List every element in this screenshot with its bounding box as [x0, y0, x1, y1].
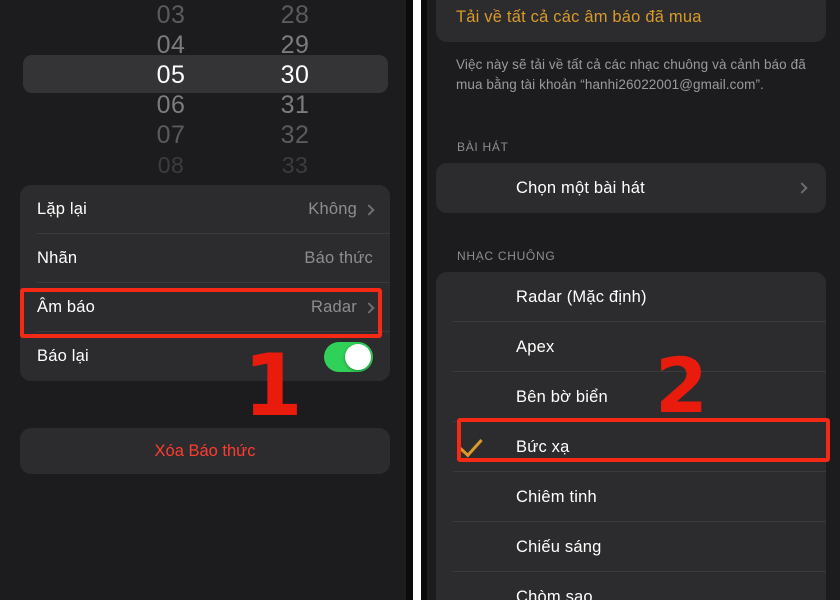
minute-option[interactable]: 32: [235, 120, 355, 150]
minute-wheel[interactable]: 28 29 30 31 32 33: [235, 0, 355, 180]
panel-inner-bezel: [406, 0, 413, 600]
setting-row-snooze[interactable]: Báo lại: [20, 332, 390, 381]
alarm-edit-screen: 03 04 05 06 07 08 28 29 30 31 32 33 Lặp …: [0, 0, 413, 600]
ringtone-row[interactable]: Chiêm tinh: [436, 472, 826, 522]
ringtone-row-selected[interactable]: Bức xạ: [436, 422, 826, 472]
panel-divider: [413, 0, 421, 600]
songs-card[interactable]: Chọn một bài hát: [436, 163, 826, 213]
setting-value-repeat: Không: [308, 200, 357, 218]
chevron-right-icon: [363, 203, 375, 216]
snooze-toggle[interactable]: [324, 341, 373, 372]
section-header-ringtones: NHẠC CHUÔNG: [457, 249, 556, 263]
download-purchased-label: Tải về tất cả các âm báo đã mua: [456, 7, 702, 26]
ringtone-label: Apex: [516, 337, 555, 356]
section-header-songs: BÀI HÁT: [457, 140, 509, 154]
minute-option[interactable]: 29: [235, 30, 355, 60]
setting-row-sound[interactable]: Âm báo Radar: [20, 283, 390, 332]
minute-option[interactable]: 31: [235, 90, 355, 120]
minute-option[interactable]: 33: [235, 150, 355, 180]
ringtone-row[interactable]: Apex: [436, 322, 826, 372]
setting-row-repeat[interactable]: Lặp lại Không: [20, 185, 390, 234]
ringtone-row[interactable]: Chòm sao: [436, 572, 826, 600]
hour-option[interactable]: 06: [111, 90, 231, 120]
ringtone-row[interactable]: Radar (Mặc định): [436, 272, 826, 322]
toggle-knob: [345, 343, 371, 370]
ringtone-label: Bên bờ biển: [516, 387, 608, 406]
delete-alarm-button[interactable]: Xóa Báo thức: [20, 428, 390, 474]
setting-label-snooze: Báo lại: [37, 347, 89, 365]
ringtone-label: Chòm sao: [516, 587, 593, 600]
ringtone-row[interactable]: Bên bờ biển: [436, 372, 826, 422]
panel-inner-bezel: [421, 0, 427, 600]
hour-wheel[interactable]: 03 04 05 06 07 08: [111, 0, 231, 180]
ringtone-label: Chiếu sáng: [516, 537, 602, 556]
download-purchased-button[interactable]: Tải về tất cả các âm báo đã mua: [436, 0, 826, 42]
ringtone-label: Bức xạ: [516, 437, 570, 456]
step-number-1: 1: [243, 336, 303, 436]
setting-value-sound: Radar: [311, 298, 357, 316]
setting-label-sound: Âm báo: [37, 298, 96, 316]
minute-option[interactable]: 28: [235, 0, 355, 30]
setting-row-label[interactable]: Nhãn Báo thức: [20, 234, 390, 283]
ringtone-label: Chiêm tinh: [516, 487, 597, 506]
download-description: Việc này sẽ tải về tất cả các nhạc chuôn…: [456, 57, 806, 92]
pick-a-song-row[interactable]: Chọn một bài hát: [436, 163, 826, 213]
setting-label-repeat: Lặp lại: [37, 200, 88, 218]
sound-picker-screen: Tải về tất cả các âm báo đã mua Việc này…: [421, 0, 840, 600]
hour-option[interactable]: 08: [111, 150, 231, 180]
hour-option[interactable]: 03: [111, 0, 231, 30]
chevron-right-icon: [363, 301, 375, 314]
step-number-2: 2: [655, 341, 708, 430]
hour-option[interactable]: 07: [111, 120, 231, 150]
ringtone-row[interactable]: Chiếu sáng: [436, 522, 826, 572]
time-picker[interactable]: 03 04 05 06 07 08 28 29 30 31 32 33: [7, 0, 406, 178]
checkmark-icon: [458, 432, 483, 458]
chevron-right-icon: [796, 182, 808, 194]
hour-option-selected[interactable]: 05: [111, 60, 231, 90]
download-purchased-card[interactable]: Tải về tất cả các âm báo đã mua: [436, 0, 826, 42]
delete-alarm-card[interactable]: Xóa Báo thức: [20, 428, 390, 474]
screenshot-root: 03 04 05 06 07 08 28 29 30 31 32 33 Lặp …: [0, 0, 840, 600]
setting-label-label: Nhãn: [37, 249, 78, 267]
ringtone-label: Radar (Mặc định): [516, 287, 647, 306]
setting-value-label: Báo thức: [304, 249, 373, 267]
minute-option-selected[interactable]: 30: [235, 60, 355, 90]
alarm-settings-card: Lặp lại Không Nhãn Báo thức Âm báo Radar…: [20, 185, 390, 381]
ringtones-list: Radar (Mặc định) Apex Bên bờ biển Bức xạ…: [436, 272, 826, 600]
delete-alarm-label: Xóa Báo thức: [154, 441, 256, 460]
hour-option[interactable]: 04: [111, 30, 231, 60]
pick-a-song-label: Chọn một bài hát: [516, 178, 645, 197]
